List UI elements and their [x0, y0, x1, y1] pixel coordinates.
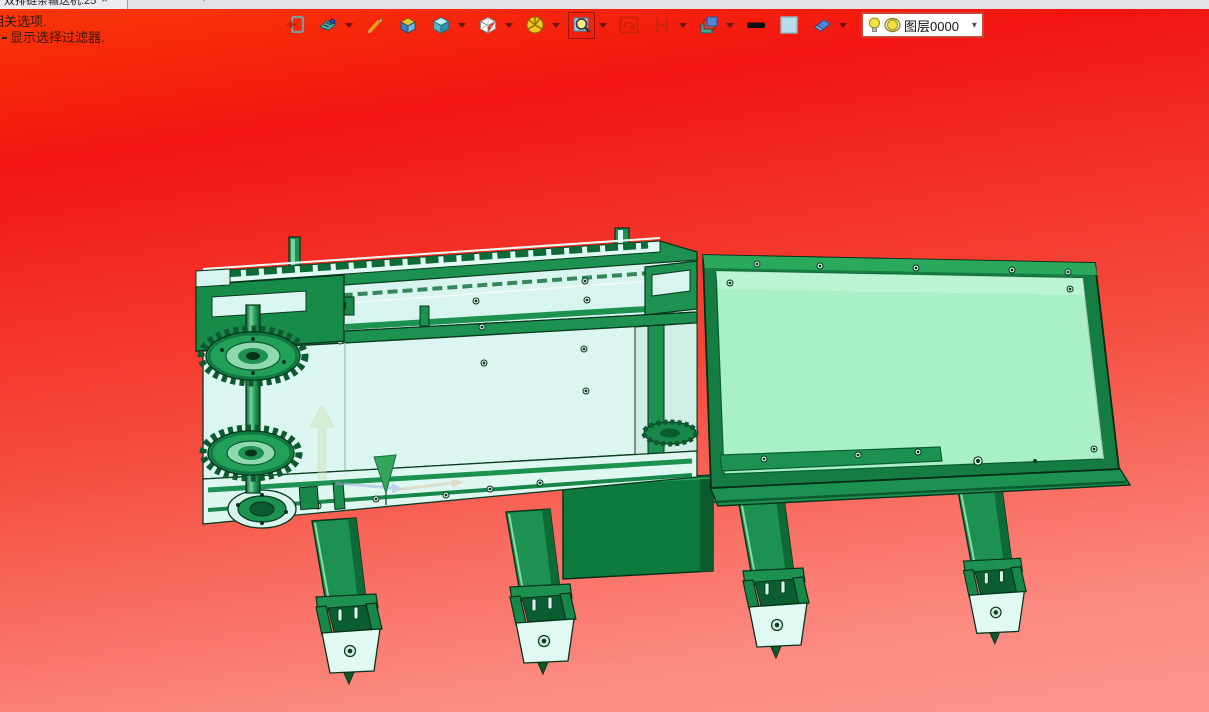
wireframe-view-icon[interactable]	[476, 14, 499, 37]
light-bulb-icon	[869, 17, 880, 32]
overlay-text-line2: 显示选择过滤器.	[2, 30, 105, 45]
layer-color-icon	[884, 17, 901, 33]
electric-box[interactable]	[562, 474, 714, 580]
dropdown-arrow-icon[interactable]	[345, 22, 353, 28]
color-swatch-icon[interactable]	[777, 14, 800, 37]
dropdown-arrow-icon[interactable]	[458, 22, 466, 28]
exit-sketch-icon[interactable]	[283, 14, 306, 37]
leveling-foot	[509, 583, 577, 675]
overlay-text-line1: 相关选项.	[0, 14, 47, 29]
leveling-foot	[962, 557, 1027, 645]
tab-close-icon[interactable]: ×	[101, 0, 107, 6]
open-box-icon[interactable]	[396, 14, 419, 37]
drive-gear-face[interactable]	[227, 489, 297, 529]
new-tab-button[interactable]: +	[196, 0, 212, 8]
pen-icon[interactable]	[363, 14, 386, 37]
application-window: 双排链条输送机.25 × + 相关选项. 显示选择过滤器.	[0, 0, 1209, 712]
dropdown-arrow-icon[interactable]	[679, 22, 687, 28]
dropdown-arrow-icon[interactable]	[552, 22, 560, 28]
section-sphere-icon[interactable]	[523, 14, 546, 37]
eraser-icon[interactable]	[810, 14, 833, 37]
conveyor-leg-left[interactable]	[311, 517, 383, 685]
zoom-area-icon[interactable]	[568, 11, 595, 39]
tab-bar: 双排链条输送机.25 × +	[0, 0, 1209, 9]
dropdown-arrow-icon[interactable]	[839, 22, 847, 28]
dropdown-arrow-icon[interactable]	[505, 22, 513, 28]
leveling-foot	[742, 567, 810, 659]
dropdown-arrow-icon[interactable]	[726, 22, 734, 28]
3d-model-conveyor-assembly[interactable]	[0, 9, 1209, 712]
layer-dropdown-icon[interactable]: ▾	[972, 20, 977, 31]
shaded-view-icon[interactable]	[429, 14, 452, 37]
document-tab[interactable]: 双排链条输送机.25 ×	[0, 0, 128, 9]
cad-viewport[interactable]: 相关选项. 显示选择过滤器.	[0, 9, 1209, 712]
end-bearing-block[interactable]	[644, 260, 698, 316]
table-assembly[interactable]	[702, 254, 1132, 659]
line-weight-icon[interactable]	[744, 14, 767, 37]
table-leg-left[interactable]	[736, 490, 810, 659]
leveling-foot	[315, 593, 383, 685]
conveyor-assembly[interactable]	[195, 227, 714, 685]
table-top[interactable]	[702, 254, 1121, 489]
document-tab-title: 双排链条输送机.25	[4, 0, 97, 7]
layer-selector-value: 图层0000	[904, 18, 959, 34]
view-orientation-icon[interactable]	[316, 14, 339, 37]
display-stack-icon[interactable]	[697, 14, 720, 37]
motion-curve-icon[interactable]	[617, 14, 640, 37]
dropdown-arrow-icon[interactable]	[599, 22, 607, 28]
layer-selector[interactable]: 图层0000 ▾	[861, 12, 984, 38]
section-grid-icon[interactable]	[650, 14, 673, 37]
view-toolbar: 图层0000 ▾	[283, 11, 984, 39]
table-leg-right[interactable]	[957, 488, 1027, 645]
